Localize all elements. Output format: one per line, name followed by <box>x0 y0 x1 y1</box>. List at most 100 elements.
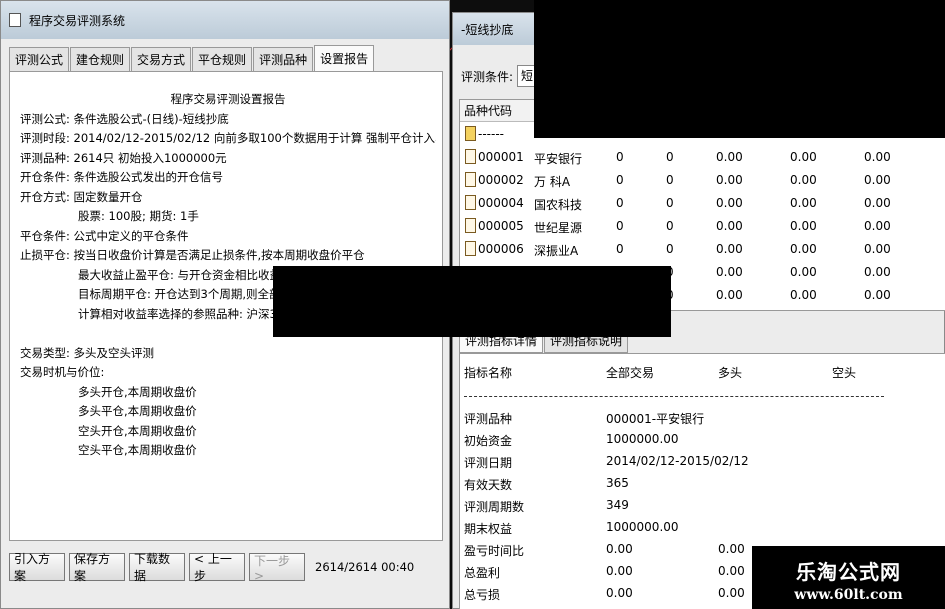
watermark: 乐淘公式网 www.60lt.com <box>752 546 945 609</box>
document-icon <box>465 149 476 164</box>
metric-all-value: 0.00 <box>606 542 633 556</box>
metric-name: 有效天数 <box>464 478 513 492</box>
tab-trade-mode[interactable]: 交易方式 <box>131 47 192 71</box>
cell-value: 0.00 <box>790 196 817 210</box>
metric-all-value: 365 <box>606 476 629 490</box>
cell-code: 000005 <box>478 219 524 233</box>
metric-name: 总亏损 <box>464 588 501 602</box>
left-tabs: 评测公式 建仓规则 交易方式 平仓规则 评测品种 设置报告 <box>9 45 375 71</box>
tab-instruments[interactable]: 评测品种 <box>253 47 314 71</box>
cell-value: 0 <box>666 219 674 233</box>
cell-value: 0 <box>616 242 624 256</box>
left-bottom-bar: 引入方案 保存方案 下载数据 < 上一步 下一步 > 2614/2614 00:… <box>9 549 414 585</box>
col-long: 多头 <box>718 366 743 380</box>
cell-value: 0.00 <box>864 150 891 164</box>
grid-row[interactable]: 000001 平安银行 0 0 0.00 0.00 0.00 <box>460 147 945 170</box>
cell-value: 0.00 <box>716 219 743 233</box>
cell-value: 0.00 <box>790 288 817 302</box>
redaction-box-top <box>534 0 945 138</box>
report-line: 止损平仓: 按当日收盘价计算是否满足止损条件,按本周期收盘价平仓 <box>20 248 365 262</box>
cell-name: 平安银行 <box>534 152 583 166</box>
header-divider <box>464 396 884 397</box>
tab-close-rule[interactable]: 平仓规则 <box>192 47 253 71</box>
cell-value: 0 <box>616 150 624 164</box>
cell-value: 0.00 <box>716 288 743 302</box>
cell-name: 万 科A <box>534 175 571 189</box>
report-line: 交易时机与价位: <box>20 365 105 379</box>
tab-formula[interactable]: 评测公式 <box>9 47 70 71</box>
folder-icon <box>465 126 476 141</box>
save-plan-button[interactable]: 保存方案 <box>69 552 125 583</box>
metric-name: 评测周期数 <box>464 500 525 514</box>
metric-name: 初始资金 <box>464 434 513 448</box>
report-line: 开仓方式: 固定数量开仓 <box>20 189 143 204</box>
report-line: 多头开仓,本周期收盘价 <box>78 384 197 399</box>
detail-row: 初始资金 1000000.00 <box>460 430 945 450</box>
cell-value: 0.00 <box>716 196 743 210</box>
cell-value: 0.00 <box>716 173 743 187</box>
metric-name: 评测日期 <box>464 456 513 470</box>
download-data-button[interactable]: 下载数据 <box>129 552 185 583</box>
document-icon <box>465 241 476 256</box>
left-window-title: 程序交易评测系统 <box>29 13 126 28</box>
cell-value: 0.00 <box>716 242 743 256</box>
prev-step-button[interactable]: < 上一步 <box>189 552 245 583</box>
col-short: 空头 <box>832 366 857 380</box>
document-icon <box>465 195 476 210</box>
cell-value: 0 <box>666 242 674 256</box>
cell-value: 0.00 <box>790 219 817 233</box>
import-plan-button[interactable]: 引入方案 <box>9 552 65 583</box>
cell-value: 0 <box>616 173 624 187</box>
report-line: 股票: 100股; 期货: 1手 <box>78 209 199 223</box>
cell-value: 0.00 <box>864 242 891 256</box>
grid-row[interactable]: 000002 万 科A 0 0 0.00 0.00 0.00 <box>460 170 945 193</box>
tab-report[interactable]: 设置报告 <box>314 45 375 71</box>
cell-code: ------ <box>478 127 504 141</box>
tab-open-rule[interactable]: 建仓规则 <box>70 47 131 71</box>
cell-value: 0 <box>616 219 624 233</box>
detail-row: 有效天数 365 <box>460 474 945 494</box>
cell-code: 000002 <box>478 173 524 187</box>
grid-row[interactable]: 000004 国农科技 0 0 0.00 0.00 0.00 <box>460 193 945 216</box>
metric-all-value: 0.00 <box>606 586 633 600</box>
col-metric-name: 指标名称 <box>464 366 513 380</box>
metric-name: 评测品种 <box>464 412 513 426</box>
grid-row[interactable]: 000006 深振业A 0 0 0.00 0.00 0.00 <box>460 239 945 262</box>
cell-value: 0.00 <box>864 173 891 187</box>
redaction-box-middle <box>273 266 671 337</box>
cell-value: 0.00 <box>864 288 891 302</box>
watermark-url: www.60lt.com <box>794 587 903 603</box>
left-titlebar[interactable]: 程序交易评测系统 <box>1 1 449 39</box>
progress-text: 2614/2614 00:40 <box>315 560 415 574</box>
condition-row: 评测条件: 短 <box>461 65 542 87</box>
report-line: 评测时段: 2014/02/12-2015/02/12 向前多取100个数据用于… <box>20 131 436 145</box>
cell-value: 0.00 <box>864 196 891 210</box>
metric-name: 盈亏时间比 <box>464 544 525 558</box>
metric-long-value: 0.00 <box>718 564 745 578</box>
condition-label: 评测条件: <box>461 69 514 84</box>
metric-long-value: 0.00 <box>718 586 745 600</box>
metric-all-value: 2014/02/12-2015/02/12 <box>606 454 749 468</box>
next-step-button[interactable]: 下一步 > <box>249 553 305 583</box>
cell-name: 国农科技 <box>534 198 583 212</box>
cell-code: 000006 <box>478 242 524 256</box>
grid-row[interactable]: 000005 世纪星源 0 0 0.00 0.00 0.00 <box>460 216 945 239</box>
cell-value: 0 <box>666 196 674 210</box>
cell-value: 0 <box>616 196 624 210</box>
watermark-title: 乐淘公式网 <box>796 560 901 584</box>
cell-value: 0.00 <box>790 242 817 256</box>
metric-all-value: 1000000.00 <box>606 520 679 534</box>
cell-value: 0.00 <box>790 150 817 164</box>
report-line: 评测品种: 2614只 初始投入1000000元 <box>20 150 227 165</box>
screen: 程序交易评测系统 评测公式 建仓规则 交易方式 平仓规则 评测品种 设置报告 程… <box>0 0 945 609</box>
metric-all-value: 1000000.00 <box>606 432 679 446</box>
report-title: 程序交易评测设置报告 <box>170 92 286 106</box>
cell-code: 000001 <box>478 150 524 164</box>
report-line: 多头平仓,本周期收盘价 <box>78 404 197 418</box>
report-line: 评测公式: 条件选股公式-(日线)-短线抄底 <box>20 111 229 126</box>
cell-value: 0.00 <box>864 219 891 233</box>
report-line: 空头开仓,本周期收盘价 <box>78 423 197 438</box>
cell-name: 深振业A <box>534 244 579 258</box>
cell-value: 0.00 <box>716 150 743 164</box>
metric-all-value: 000001-平安银行 <box>606 412 705 426</box>
